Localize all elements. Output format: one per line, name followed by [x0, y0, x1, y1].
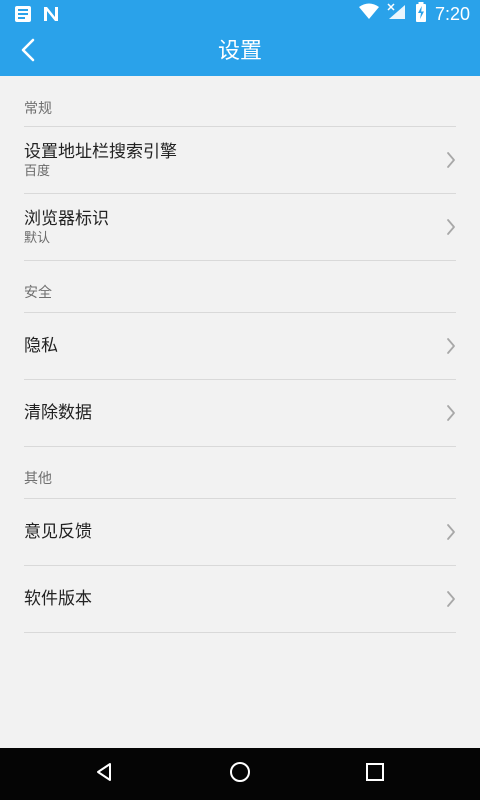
row-title: 意见反馈	[24, 522, 92, 542]
row-title: 浏览器标识	[24, 209, 109, 229]
settings-row-version[interactable]: 软件版本	[0, 566, 480, 632]
section-header-other: 其他	[24, 471, 52, 487]
battery-charging-icon	[415, 2, 427, 26]
app-bar: 设置	[0, 28, 480, 76]
chevron-right-icon	[444, 337, 458, 355]
section-header-security: 安全	[24, 285, 52, 301]
notes-icon	[14, 5, 32, 27]
wifi-icon	[358, 3, 379, 25]
settings-row-browser-ua[interactable]: 浏览器标识 默认	[0, 194, 480, 260]
settings-row-privacy[interactable]: 隐私	[0, 313, 480, 379]
settings-row-clear-data[interactable]: 清除数据	[0, 380, 480, 446]
n-icon	[42, 5, 60, 27]
navigation-bar	[0, 748, 480, 800]
settings-list: 常规 设置地址栏搜索引擎 百度 浏览器标识 默认 安全 隐私 清除数据 其他 意…	[0, 76, 480, 748]
row-title: 软件版本	[24, 589, 92, 609]
nav-recents-button[interactable]	[355, 754, 395, 794]
row-subtitle: 默认	[24, 231, 51, 246]
row-title: 隐私	[24, 336, 58, 356]
recents-square-icon	[363, 760, 387, 788]
chevron-right-icon	[444, 218, 458, 236]
signal-off-icon	[387, 3, 407, 25]
row-title: 设置地址栏搜索引擎	[24, 142, 177, 162]
status-right-icons: 7:20	[358, 2, 470, 26]
row-title: 清除数据	[24, 403, 92, 423]
divider	[24, 632, 456, 633]
nav-back-button[interactable]	[84, 754, 124, 794]
nav-home-button[interactable]	[220, 754, 260, 794]
settings-row-search-engine[interactable]: 设置地址栏搜索引擎 百度	[0, 127, 480, 193]
page-title: 设置	[217, 39, 262, 64]
chevron-right-icon	[444, 404, 458, 422]
chevron-right-icon	[444, 523, 458, 541]
row-subtitle: 百度	[24, 164, 51, 179]
status-left-icons	[14, 5, 60, 27]
settings-row-feedback[interactable]: 意见反馈	[0, 499, 480, 565]
back-triangle-icon	[92, 760, 116, 788]
divider	[24, 260, 456, 261]
chevron-right-icon	[444, 590, 458, 608]
status-bar: 7:20	[0, 0, 480, 28]
status-time: 7:20	[434, 4, 470, 24]
top-bar: 7:20 设置	[0, 0, 480, 76]
chevron-right-icon	[444, 151, 458, 169]
section-header-general: 常规	[24, 101, 52, 117]
divider	[24, 446, 456, 447]
home-circle-icon	[228, 760, 252, 788]
